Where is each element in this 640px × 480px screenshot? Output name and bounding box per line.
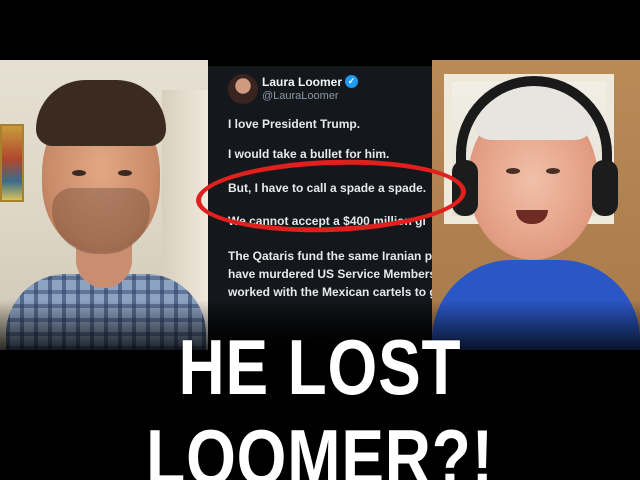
- right-eye: [118, 170, 132, 176]
- beard-stubble: [52, 188, 150, 254]
- author-handle: @LauraLoomer: [262, 90, 339, 102]
- tweet-top-bar: [208, 60, 432, 66]
- author-avatar: [228, 74, 258, 104]
- left-eye: [72, 170, 86, 176]
- hair: [36, 80, 166, 146]
- tweet-line: have murdered US Service Members: [228, 267, 432, 281]
- tweet-line: The Qataris fund the same Iranian pr: [228, 249, 432, 263]
- right-eye: [546, 168, 560, 174]
- headphone-cup-right: [592, 160, 618, 216]
- tweet-line: I would take a bullet for him.: [228, 147, 390, 161]
- verified-badge-icon: ✓: [345, 75, 358, 88]
- left-eye: [506, 168, 520, 174]
- wall-artwork: [0, 124, 24, 202]
- author-name: Laura Loomer: [262, 75, 343, 89]
- tweet-line: worked with the Mexican cartels to g: [228, 285, 432, 299]
- tweet-line: I love President Trump.: [228, 117, 361, 131]
- video-thumbnail: Laura Loomer ✓ @LauraLoomer I love Presi…: [0, 0, 640, 480]
- headline-title: HE LOST LOOMER?!: [146, 323, 494, 480]
